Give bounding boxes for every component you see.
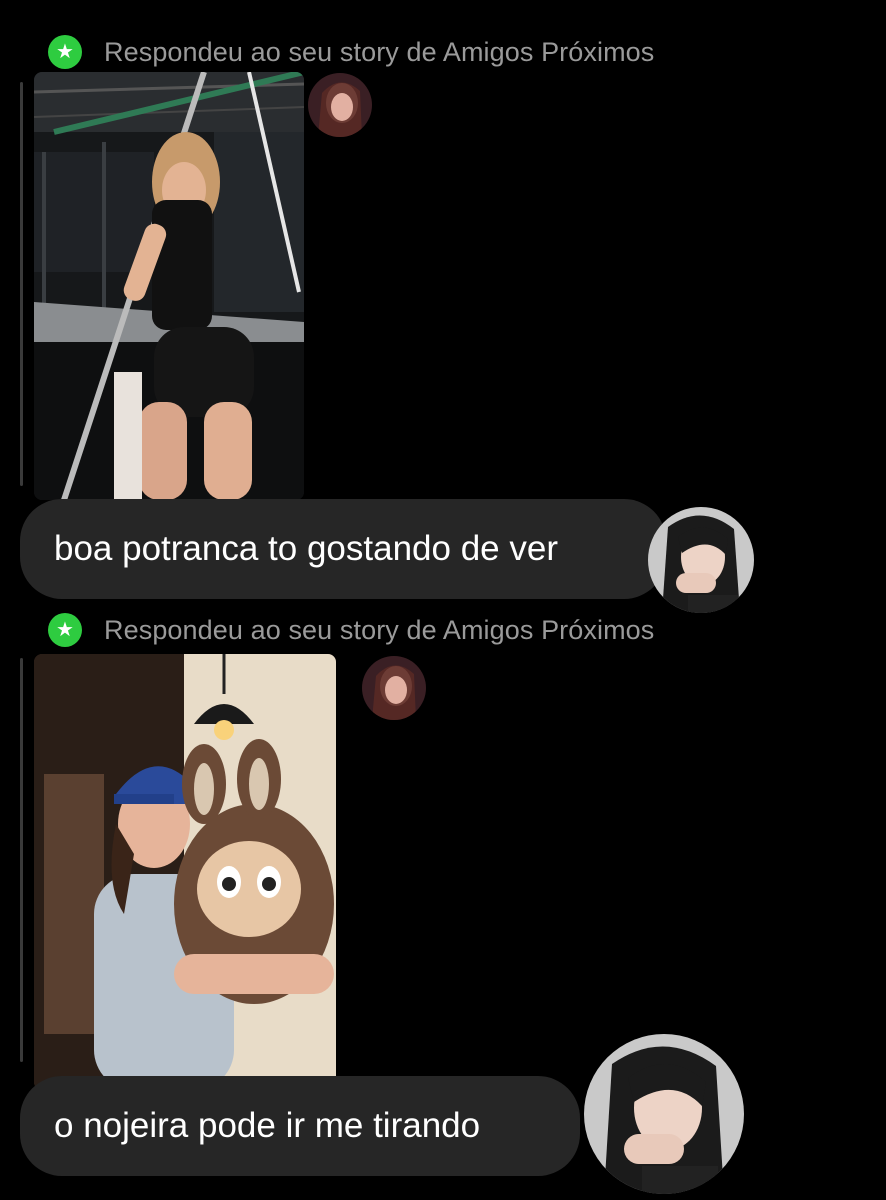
story-thumbnail[interactable] <box>34 72 304 500</box>
close-friends-star-icon: ★ <box>48 613 82 647</box>
message-bubble[interactable]: boa potranca to gostando de ver <box>20 499 666 599</box>
message-text: boa potranca to gostando de ver <box>54 529 558 568</box>
message-text: o nojeira pode ir me tirando <box>54 1106 481 1145</box>
close-friends-star-icon: ★ <box>48 35 82 69</box>
story-thumbnail[interactable] <box>34 654 336 1090</box>
message-bubble[interactable]: o nojeira pode ir me tirando <box>20 1076 580 1176</box>
quote-bar <box>20 658 23 1062</box>
story-reply-header: ★ Respondeu ao seu story de Amigos Próxi… <box>48 35 654 69</box>
quote-bar <box>20 82 23 486</box>
story-reply-label: Respondeu ao seu story de Amigos Próximo… <box>104 614 655 645</box>
story-author-avatar[interactable] <box>308 73 372 137</box>
story-reply-label: Respondeu ao seu story de Amigos Próximo… <box>104 36 655 67</box>
sender-avatar[interactable] <box>584 1034 744 1194</box>
sender-avatar[interactable] <box>648 507 754 613</box>
story-reply-header: ★ Respondeu ao seu story de Amigos Próxi… <box>48 613 654 647</box>
story-author-avatar[interactable] <box>362 656 426 720</box>
